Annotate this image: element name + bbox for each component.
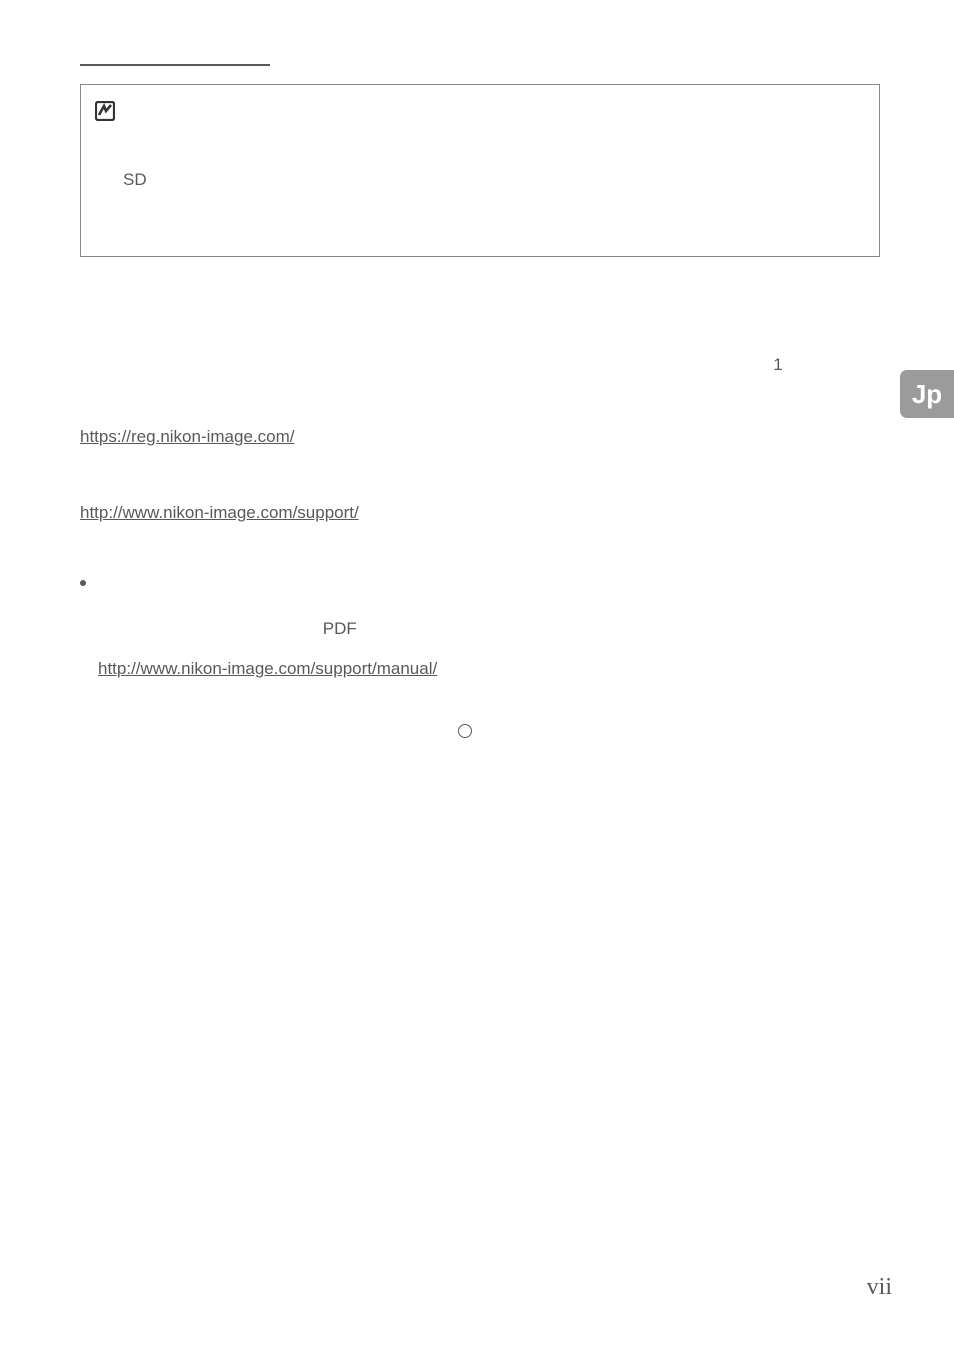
section-title-rule (80, 58, 270, 66)
page-content: SD 1 https://reg.nikon-image.com/ http:/… (80, 58, 880, 751)
manual-bullet: PDF http://www.nikon-image.com/support/m… (80, 570, 880, 750)
bullet-body: PDF http://www.nikon-image.com/support/m… (98, 570, 880, 750)
step-number-1: 1 (770, 347, 786, 383)
links-block: https://reg.nikon-image.com/ http://www.… (80, 419, 880, 530)
caution-header (95, 99, 861, 121)
language-tab: Jp (900, 370, 954, 418)
caution-icon (95, 101, 115, 121)
circle-icon (458, 724, 472, 738)
caution-box: SD (80, 84, 880, 257)
pdf-label: PDF (323, 619, 357, 638)
sd-label: SD (123, 170, 147, 189)
support-link[interactable]: http://www.nikon-image.com/support/ (80, 503, 359, 522)
page-number: vii (867, 1274, 892, 1301)
registration-link[interactable]: https://reg.nikon-image.com/ (80, 427, 294, 446)
bullet-icon (80, 580, 86, 586)
manual-link[interactable]: http://www.nikon-image.com/support/manua… (98, 659, 437, 678)
language-label: Jp (912, 379, 942, 410)
caution-body: SD (95, 121, 861, 238)
body-section: 1 https://reg.nikon-image.com/ http://ww… (80, 287, 880, 750)
